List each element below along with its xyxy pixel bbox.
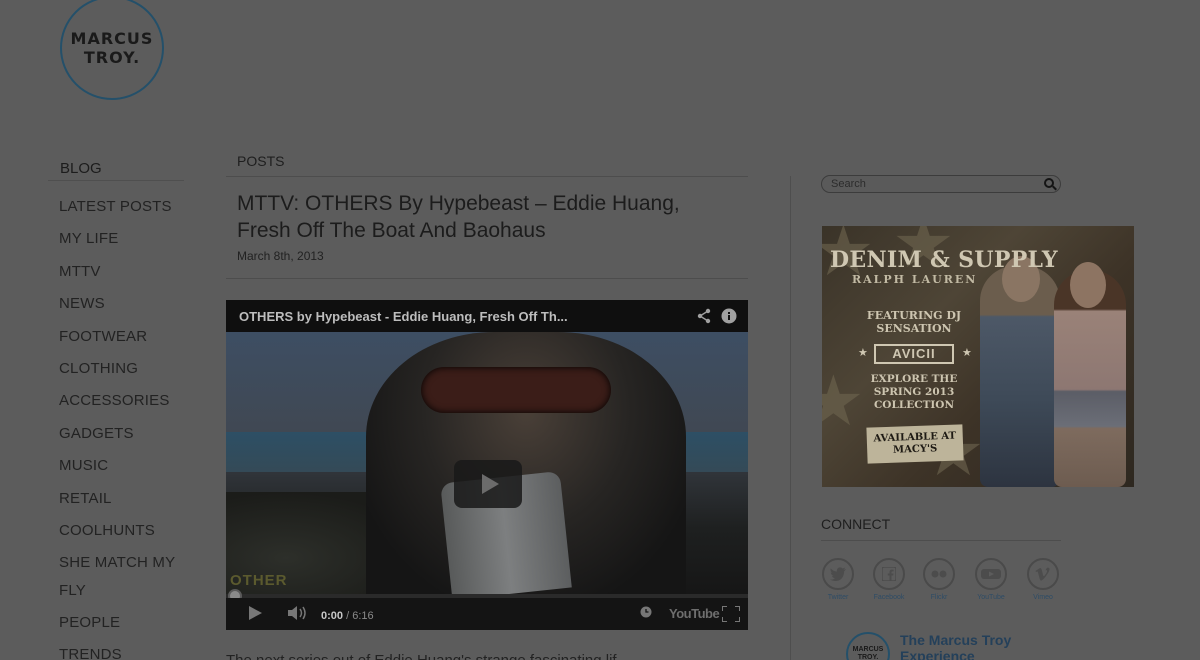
promo-logo-line-1: MARCUS [852, 646, 884, 653]
search-input[interactable] [831, 177, 1041, 191]
sidebar-item-footwear[interactable]: FOOTWEAR [48, 323, 184, 351]
advertisement-banner[interactable]: ★ ★ ★ ★ DENIM & SUPPLY RALPH LAUREN FEAT… [822, 226, 1134, 487]
logo-line-2: TROY. [83, 48, 141, 67]
logo-line-1: MARCUS [70, 29, 154, 48]
vimeo-icon[interactable] [1027, 558, 1059, 590]
video-scene-sunglasses [421, 367, 611, 413]
fullscreen-icon[interactable] [721, 605, 741, 626]
promo-title[interactable]: The Marcus Troy Experience [900, 632, 1011, 660]
video-title[interactable]: OTHERS by Hypebeast - Eddie Huang, Fresh… [239, 309, 568, 324]
sidebar-item-retail[interactable]: RETAIL [48, 485, 184, 513]
column-divider [790, 176, 791, 660]
flickr-icon[interactable] [923, 558, 955, 590]
category-list: LATEST POSTS MY LIFE MTTV NEWS FOOTWEAR … [48, 193, 184, 660]
star-icon: ★ [858, 347, 868, 359]
social-label: Vimeo [1033, 594, 1053, 601]
ad-explore-text: EXPLORE THE SPRING 2013 COLLECTION [870, 373, 958, 411]
ad-featuring: FEATURING DJ SENSATION [866, 309, 962, 335]
posts-section-label: POSTS [237, 153, 285, 169]
video-watermark: OTHER [230, 572, 288, 589]
sidebar-title: BLOG [48, 156, 184, 181]
post-date: March 8th, 2013 [237, 249, 324, 263]
sidebar-item-music[interactable]: MUSIC [48, 452, 184, 480]
current-time: 0:00 [321, 610, 344, 622]
search-box [821, 175, 1061, 193]
sidebar-item-gadgets[interactable]: GADGETS [48, 420, 184, 448]
youtube-logo[interactable]: YouTube [669, 606, 720, 622]
divider [226, 176, 748, 177]
social-vimeo[interactable]: Vimeo [1025, 558, 1061, 601]
promo-logo[interactable]: MARCUS TROY. [846, 632, 890, 660]
watch-later-icon[interactable] [640, 606, 652, 622]
share-icon[interactable] [696, 308, 712, 328]
youtube-icon[interactable] [975, 558, 1007, 590]
social-youtube[interactable]: YouTube [973, 558, 1009, 601]
social-facebook[interactable]: Facebook [871, 558, 907, 601]
promo-logo-line-2: TROY. [857, 654, 879, 660]
promo-title-line-1: The Marcus Troy [900, 632, 1012, 648]
sidebar-item-coolhunts[interactable]: COOLHUNTS [48, 517, 184, 545]
sidebar-item-news[interactable]: NEWS [48, 290, 184, 318]
sidebar-item-trends[interactable]: TRENDS [48, 641, 184, 660]
ad-artist-logo: AVICII [874, 344, 954, 364]
social-label: Flickr [930, 594, 948, 601]
site-logo[interactable]: MARCUS TROY. [60, 0, 164, 100]
sidebar-item-clothing[interactable]: CLOTHING [48, 355, 184, 383]
info-icon[interactable] [721, 308, 737, 328]
video-header: OTHERS by Hypebeast - Eddie Huang, Fresh… [226, 300, 748, 332]
sidebar-item-accessories[interactable]: ACCESSORIES [48, 387, 184, 415]
post-title[interactable]: MTTV: OTHERS By Hypebeast – Eddie Huang,… [237, 190, 737, 244]
ad-available-badge: AVAILABLE AT MACY'S [866, 424, 964, 464]
divider [226, 278, 748, 279]
sidebar-item-latest-posts[interactable]: LATEST POSTS [48, 193, 184, 221]
video-frame[interactable]: OTHER [226, 332, 748, 602]
post-excerpt: The next series out of Eddie Huang's str… [226, 652, 748, 660]
star-icon: ★ [962, 347, 972, 359]
sidebar-item-my-life[interactable]: MY LIFE [48, 225, 184, 253]
social-label: YouTube [977, 594, 1005, 601]
duration: / 6:16 [346, 610, 374, 622]
social-twitter[interactable]: Twitter [820, 558, 856, 601]
video-player[interactable]: OTHER OTHERS by Hypebeast - Eddie Huang,… [226, 300, 748, 630]
blog-sidebar: BLOG LATEST POSTS MY LIFE MTTV NEWS FOOT… [48, 156, 184, 660]
social-flickr[interactable]: Flickr [921, 558, 957, 601]
sidebar-item-she-match-my-fly[interactable]: SHE MATCH MY FLY [48, 549, 184, 604]
promo-title-line-2: Experience [900, 648, 975, 660]
play-control-icon[interactable] [248, 606, 262, 624]
ad-female-model-head [1070, 262, 1106, 308]
social-label: Twitter [827, 594, 849, 601]
play-button[interactable] [454, 460, 522, 508]
sidebar-item-mttv[interactable]: MTTV [48, 258, 184, 286]
video-controls: 0:00 / 6:16 YouTube [226, 598, 748, 630]
play-icon [482, 474, 499, 494]
sidebar-item-people[interactable]: PEOPLE [48, 609, 184, 637]
facebook-icon[interactable] [873, 558, 905, 590]
video-time: 0:00 / 6:16 [321, 608, 374, 624]
ad-headline: DENIM & SUPPLY [830, 247, 1058, 273]
twitter-icon[interactable] [822, 558, 854, 590]
volume-icon[interactable] [288, 606, 308, 624]
divider [821, 540, 1061, 541]
social-label: Facebook [873, 594, 905, 601]
search-icon[interactable] [1044, 178, 1054, 188]
ad-brand: RALPH LAUREN [852, 273, 978, 286]
connect-title: CONNECT [821, 516, 891, 532]
